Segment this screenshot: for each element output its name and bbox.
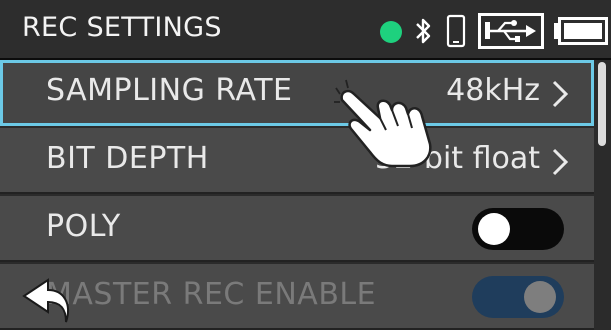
- menu-item-master-rec-enable[interactable]: MASTER REC ENABLE: [0, 264, 594, 330]
- battery-icon: [554, 17, 608, 45]
- page-title: REC SETTINGS: [22, 12, 222, 43]
- scrollbar[interactable]: [598, 62, 606, 146]
- menu-item-value: 48kHz: [446, 73, 540, 108]
- chevron-right-icon: [552, 148, 568, 176]
- menu-item-label: SAMPLING RATE: [46, 73, 293, 108]
- phone-icon: [446, 14, 466, 48]
- menu-item-label: MASTER REC ENABLE: [46, 277, 377, 312]
- usb-icon: [478, 13, 544, 49]
- status-bar: REC SETTINGS: [0, 0, 611, 60]
- menu-item-sampling-rate[interactable]: SAMPLING RATE 48kHz: [0, 60, 594, 126]
- menu-item-bit-depth[interactable]: BIT DEPTH 32-bit float: [0, 128, 594, 194]
- poly-toggle[interactable]: [472, 208, 564, 250]
- menu-item-label: POLY: [46, 209, 121, 244]
- rec-settings-menu: SAMPLING RATE 48kHz BIT DEPTH 32-bit flo…: [0, 60, 596, 330]
- touch-hand-icon: [334, 79, 432, 168]
- toggle-knob: [478, 213, 510, 245]
- menu-item-label: BIT DEPTH: [46, 141, 209, 176]
- menu-item-poly[interactable]: POLY: [0, 196, 594, 262]
- green-status-dot-icon: [380, 21, 402, 43]
- toggle-knob: [524, 281, 556, 313]
- chevron-right-icon: [552, 80, 568, 108]
- master-rec-enable-toggle[interactable]: [472, 276, 564, 318]
- back-arrow-icon[interactable]: [18, 274, 76, 326]
- bluetooth-icon: [416, 18, 431, 44]
